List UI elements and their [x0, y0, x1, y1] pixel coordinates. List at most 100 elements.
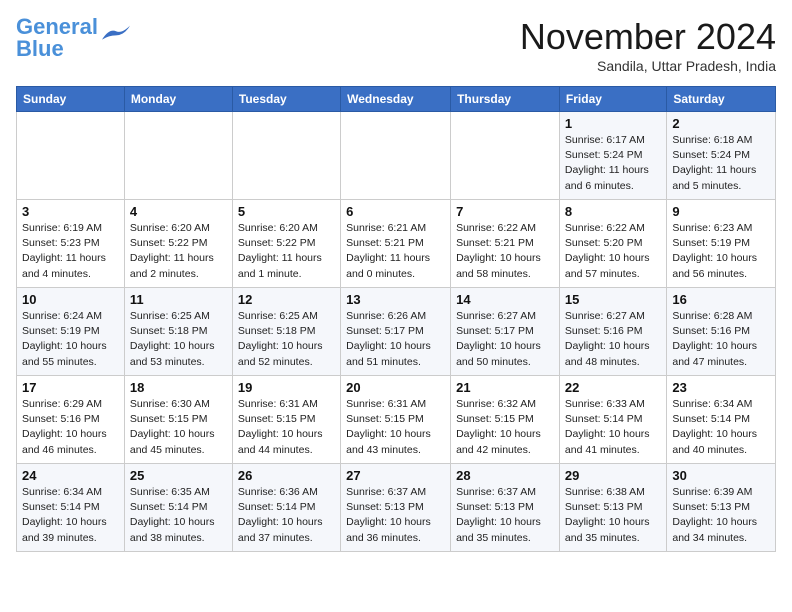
day-number: 14 [456, 292, 554, 307]
day-info: Sunrise: 6:37 AM Sunset: 5:13 PM Dayligh… [456, 485, 554, 546]
calendar-day-cell: 13 Sunrise: 6:26 AM Sunset: 5:17 PM Dayli… [341, 288, 451, 376]
calendar-day-cell: 8Sunrise: 6:22 AM Sunset: 5:20 PM Daylig… [559, 200, 666, 288]
day-info: Sunrise: 6:31 AM Sunset: 5:15 PM Dayligh… [238, 397, 335, 458]
calendar-week-row: 24 Sunrise: 6:34 AM Sunset: 5:14 PM Dayli… [17, 464, 776, 552]
day-number: 21 [456, 380, 554, 395]
day-info: Sunrise: 6:22 AM Sunset: 5:20 PM Dayligh… [565, 221, 661, 282]
day-info: Sunrise: 6:29 AM Sunset: 5:16 PM Dayligh… [22, 397, 119, 458]
day-number: 28 [456, 468, 554, 483]
day-info: Sunrise: 6:20 AM Sunset: 5:22 PM Dayligh… [238, 221, 335, 282]
calendar-day-cell [341, 112, 451, 200]
day-number: 7 [456, 204, 554, 219]
day-info: Sunrise: 6:25 AM Sunset: 5:18 PM Dayligh… [238, 309, 335, 370]
day-info: Sunrise: 6:34 AM Sunset: 5:14 PM Dayligh… [672, 397, 770, 458]
calendar-day-cell: 27 Sunrise: 6:37 AM Sunset: 5:13 PM Dayli… [341, 464, 451, 552]
calendar-day-cell: 29 Sunrise: 6:38 AM Sunset: 5:13 PM Dayli… [559, 464, 666, 552]
calendar-day-cell: 19 Sunrise: 6:31 AM Sunset: 5:15 PM Dayli… [232, 376, 340, 464]
day-info: Sunrise: 6:17 AM Sunset: 5:24 PM Dayligh… [565, 133, 661, 194]
day-number: 9 [672, 204, 770, 219]
day-number: 11 [130, 292, 227, 307]
calendar-day-cell: 3Sunrise: 6:19 AM Sunset: 5:23 PM Daylig… [17, 200, 125, 288]
month-title: November 2024 [520, 16, 776, 58]
weekday-header: Friday [559, 87, 666, 112]
calendar-day-cell: 7 Sunrise: 6:22 AM Sunset: 5:21 PM Daylig… [451, 200, 560, 288]
day-number: 10 [22, 292, 119, 307]
day-number: 29 [565, 468, 661, 483]
calendar-day-cell: 28 Sunrise: 6:37 AM Sunset: 5:13 PM Dayli… [451, 464, 560, 552]
calendar-day-cell: 23 Sunrise: 6:34 AM Sunset: 5:14 PM Dayli… [667, 376, 776, 464]
day-number: 17 [22, 380, 119, 395]
page-header: GeneralBlue November 2024 Sandila, Uttar… [16, 16, 776, 74]
calendar-day-cell: 12 Sunrise: 6:25 AM Sunset: 5:18 PM Dayli… [232, 288, 340, 376]
day-number: 20 [346, 380, 445, 395]
day-info: Sunrise: 6:35 AM Sunset: 5:14 PM Dayligh… [130, 485, 227, 546]
calendar-day-cell: 24 Sunrise: 6:34 AM Sunset: 5:14 PM Dayli… [17, 464, 125, 552]
day-info: Sunrise: 6:28 AM Sunset: 5:16 PM Dayligh… [672, 309, 770, 370]
logo: GeneralBlue [16, 16, 130, 60]
day-info: Sunrise: 6:27 AM Sunset: 5:16 PM Dayligh… [565, 309, 661, 370]
weekday-header: Monday [124, 87, 232, 112]
weekday-header: Wednesday [341, 87, 451, 112]
day-number: 1 [565, 116, 661, 131]
day-info: Sunrise: 6:25 AM Sunset: 5:18 PM Dayligh… [130, 309, 227, 370]
day-number: 23 [672, 380, 770, 395]
calendar-day-cell [232, 112, 340, 200]
day-number: 18 [130, 380, 227, 395]
calendar-day-cell: 26 Sunrise: 6:36 AM Sunset: 5:14 PM Dayli… [232, 464, 340, 552]
calendar-day-cell: 14Sunrise: 6:27 AM Sunset: 5:17 PM Dayli… [451, 288, 560, 376]
calendar-day-cell: 9Sunrise: 6:23 AM Sunset: 5:19 PM Daylig… [667, 200, 776, 288]
day-info: Sunrise: 6:31 AM Sunset: 5:15 PM Dayligh… [346, 397, 445, 458]
day-info: Sunrise: 6:38 AM Sunset: 5:13 PM Dayligh… [565, 485, 661, 546]
calendar-day-cell [451, 112, 560, 200]
calendar-day-cell: 6Sunrise: 6:21 AM Sunset: 5:21 PM Daylig… [341, 200, 451, 288]
day-number: 5 [238, 204, 335, 219]
weekday-header: Tuesday [232, 87, 340, 112]
day-info: Sunrise: 6:37 AM Sunset: 5:13 PM Dayligh… [346, 485, 445, 546]
location-text: Sandila, Uttar Pradesh, India [520, 58, 776, 74]
day-number: 27 [346, 468, 445, 483]
calendar-day-cell: 17 Sunrise: 6:29 AM Sunset: 5:16 PM Dayli… [17, 376, 125, 464]
day-number: 25 [130, 468, 227, 483]
calendar-day-cell: 30 Sunrise: 6:39 AM Sunset: 5:13 PM Dayli… [667, 464, 776, 552]
day-number: 13 [346, 292, 445, 307]
day-info: Sunrise: 6:34 AM Sunset: 5:14 PM Dayligh… [22, 485, 119, 546]
day-info: Sunrise: 6:36 AM Sunset: 5:14 PM Dayligh… [238, 485, 335, 546]
calendar-day-cell: 20 Sunrise: 6:31 AM Sunset: 5:15 PM Dayli… [341, 376, 451, 464]
calendar-day-cell: 22Sunrise: 6:33 AM Sunset: 5:14 PM Dayli… [559, 376, 666, 464]
day-info: Sunrise: 6:30 AM Sunset: 5:15 PM Dayligh… [130, 397, 227, 458]
day-info: Sunrise: 6:26 AM Sunset: 5:17 PM Dayligh… [346, 309, 445, 370]
day-info: Sunrise: 6:22 AM Sunset: 5:21 PM Dayligh… [456, 221, 554, 282]
calendar-day-cell: 5 Sunrise: 6:20 AM Sunset: 5:22 PM Daylig… [232, 200, 340, 288]
day-info: Sunrise: 6:20 AM Sunset: 5:22 PM Dayligh… [130, 221, 227, 282]
calendar-header: SundayMondayTuesdayWednesdayThursdayFrid… [17, 87, 776, 112]
calendar-day-cell: 2 Sunrise: 6:18 AM Sunset: 5:24 PM Daylig… [667, 112, 776, 200]
calendar-day-cell: 18 Sunrise: 6:30 AM Sunset: 5:15 PM Dayli… [124, 376, 232, 464]
calendar-table: SundayMondayTuesdayWednesdayThursdayFrid… [16, 86, 776, 552]
day-number: 30 [672, 468, 770, 483]
day-number: 12 [238, 292, 335, 307]
logo-text: GeneralBlue [16, 16, 98, 60]
calendar-day-cell: 21 Sunrise: 6:32 AM Sunset: 5:15 PM Dayli… [451, 376, 560, 464]
weekday-header: Saturday [667, 87, 776, 112]
calendar-day-cell: 25 Sunrise: 6:35 AM Sunset: 5:14 PM Dayli… [124, 464, 232, 552]
calendar-week-row: 3Sunrise: 6:19 AM Sunset: 5:23 PM Daylig… [17, 200, 776, 288]
day-info: Sunrise: 6:39 AM Sunset: 5:13 PM Dayligh… [672, 485, 770, 546]
day-number: 24 [22, 468, 119, 483]
day-number: 26 [238, 468, 335, 483]
calendar-day-cell: 1 Sunrise: 6:17 AM Sunset: 5:24 PM Daylig… [559, 112, 666, 200]
calendar-day-cell: 4Sunrise: 6:20 AM Sunset: 5:22 PM Daylig… [124, 200, 232, 288]
day-number: 22 [565, 380, 661, 395]
day-number: 2 [672, 116, 770, 131]
calendar-day-cell: 15 Sunrise: 6:27 AM Sunset: 5:16 PM Dayli… [559, 288, 666, 376]
day-number: 3 [22, 204, 119, 219]
day-number: 16 [672, 292, 770, 307]
day-number: 19 [238, 380, 335, 395]
day-info: Sunrise: 6:24 AM Sunset: 5:19 PM Dayligh… [22, 309, 119, 370]
day-number: 15 [565, 292, 661, 307]
calendar-week-row: 1 Sunrise: 6:17 AM Sunset: 5:24 PM Daylig… [17, 112, 776, 200]
day-info: Sunrise: 6:32 AM Sunset: 5:15 PM Dayligh… [456, 397, 554, 458]
calendar-day-cell [17, 112, 125, 200]
calendar-day-cell: 10 Sunrise: 6:24 AM Sunset: 5:19 PM Dayli… [17, 288, 125, 376]
day-number: 6 [346, 204, 445, 219]
day-info: Sunrise: 6:18 AM Sunset: 5:24 PM Dayligh… [672, 133, 770, 194]
